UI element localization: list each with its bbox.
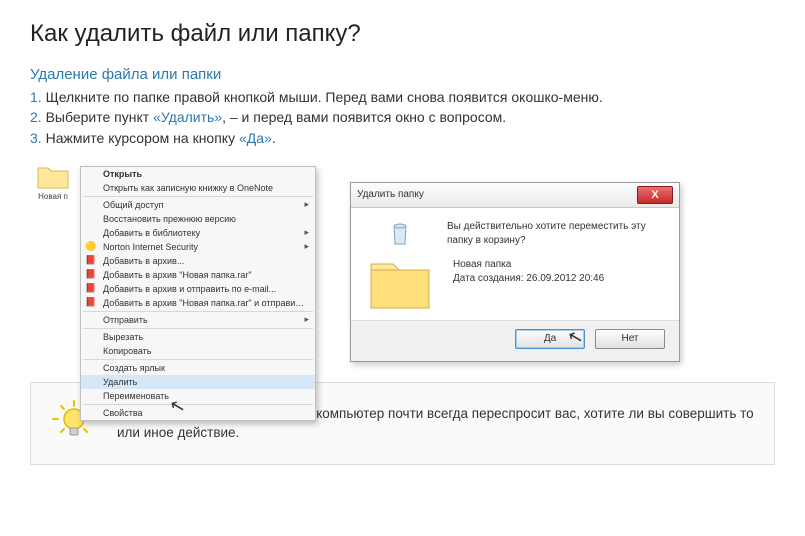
context-menu: Открыть Открыть как записную книжку в On… bbox=[80, 166, 316, 421]
folder-thumbnail[interactable]: Новая п bbox=[30, 162, 76, 212]
step-number: 2. bbox=[30, 109, 42, 125]
step-text-post: . bbox=[272, 130, 276, 146]
step-3: 3. Нажмите курсором на кнопку «Да». bbox=[30, 128, 775, 148]
menu-item-share[interactable]: Общий доступ bbox=[81, 198, 315, 212]
step-number: 1. bbox=[30, 89, 42, 105]
step-text-pre: Нажмите курсором на кнопку bbox=[46, 130, 239, 146]
large-folder-icon bbox=[365, 252, 435, 312]
step-keyword: «Да» bbox=[239, 130, 272, 146]
dialog-date: Дата создания: 26.09.2012 20:46 bbox=[453, 272, 665, 286]
menu-item-send[interactable]: Отправить bbox=[81, 313, 315, 327]
menu-item-onenote[interactable]: Открыть как записную книжку в OneNote bbox=[81, 181, 315, 195]
menu-item-add-archive[interactable]: 📕Добавить в архив... bbox=[81, 254, 315, 268]
menu-separator bbox=[83, 196, 313, 197]
step-number: 3. bbox=[30, 130, 42, 146]
menu-separator bbox=[83, 328, 313, 329]
dialog-title: Удалить папку bbox=[357, 189, 424, 200]
menu-item-norton[interactable]: 🟡Norton Internet Security bbox=[81, 240, 315, 254]
menu-item-open[interactable]: Открыть bbox=[81, 167, 315, 181]
folder-icon bbox=[36, 162, 70, 190]
menu-item-rename[interactable]: Переименовать bbox=[81, 389, 315, 403]
menu-item-add-archive-named[interactable]: 📕Добавить в архив "Новая папка.rar" bbox=[81, 268, 315, 282]
dialog-folder-name: Новая папка bbox=[453, 258, 665, 272]
close-icon: X bbox=[651, 189, 658, 201]
page-title: Как удалить файл или папку? bbox=[30, 20, 775, 48]
step-text: Щелкните по папке правой кнопкой мыши. П… bbox=[46, 89, 603, 105]
menu-separator bbox=[83, 404, 313, 405]
step-list: 1. Щелкните по папке правой кнопкой мыши… bbox=[30, 87, 775, 148]
step-2: 2. Выберите пункт «Удалить», – и перед в… bbox=[30, 107, 775, 127]
archive-icon: 📕 bbox=[85, 269, 97, 281]
menu-item-add-lib[interactable]: Добавить в библиотеку bbox=[81, 226, 315, 240]
folder-label: Новая п bbox=[38, 192, 68, 201]
context-menu-illustration: Новая п Открыть Открыть как записную кни… bbox=[30, 162, 320, 212]
menu-item-properties[interactable]: Свойства bbox=[81, 406, 315, 420]
step-1: 1. Щелкните по папке правой кнопкой мыши… bbox=[30, 87, 775, 107]
menu-item-shortcut[interactable]: Создать ярлык bbox=[81, 361, 315, 375]
step-text-post: , – и перед вами появится окно с вопросо… bbox=[222, 109, 506, 125]
close-button[interactable]: X bbox=[637, 186, 673, 204]
menu-separator bbox=[83, 359, 313, 360]
recycle-bin-icon bbox=[390, 220, 410, 246]
dialog-question: Вы действительно хотите переместить эту … bbox=[447, 220, 665, 248]
step-text-pre: Выберите пункт bbox=[46, 109, 153, 125]
archive-icon: 📕 bbox=[85, 283, 97, 295]
delete-dialog: Удалить папку X Вы действ bbox=[350, 182, 680, 362]
menu-item-copy[interactable]: Копировать bbox=[81, 344, 315, 358]
menu-item-delete[interactable]: Удалить bbox=[81, 375, 315, 389]
step-keyword: «Удалить» bbox=[153, 109, 222, 125]
menu-item-restore[interactable]: Восстановить прежнюю версию bbox=[81, 212, 315, 226]
archive-icon: 📕 bbox=[85, 255, 97, 267]
page-subtitle: Удаление файла или папки bbox=[30, 66, 775, 83]
menu-item-add-send[interactable]: 📕Добавить в архив и отправить по e-mail.… bbox=[81, 282, 315, 296]
menu-item-add-named-send[interactable]: 📕Добавить в архив "Новая папка.rar" и от… bbox=[81, 296, 315, 310]
menu-separator bbox=[83, 311, 313, 312]
delete-dialog-illustration: Удалить папку X Вы действ bbox=[350, 182, 680, 362]
archive-icon: 📕 bbox=[85, 297, 97, 309]
dialog-titlebar: Удалить папку X bbox=[351, 183, 679, 208]
norton-icon: 🟡 bbox=[85, 241, 97, 253]
menu-item-cut[interactable]: Вырезать bbox=[81, 330, 315, 344]
no-button[interactable]: Нет bbox=[595, 329, 665, 349]
